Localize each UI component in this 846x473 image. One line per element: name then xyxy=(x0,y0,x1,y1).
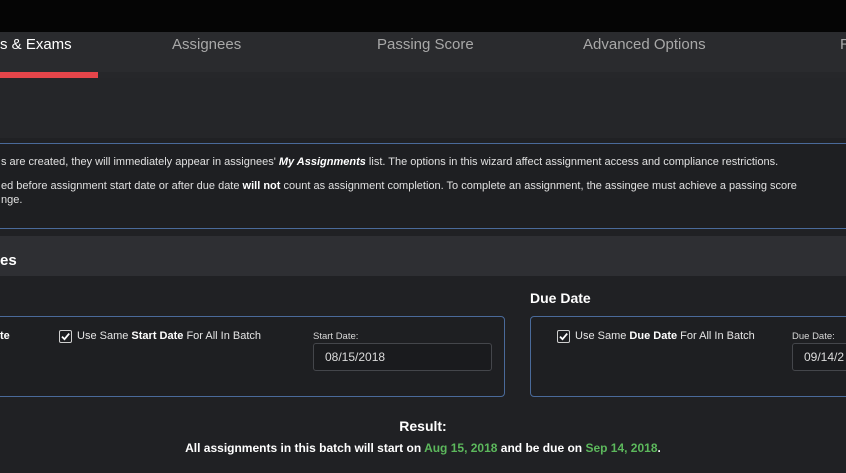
same-start-date-label: Use Same Start Date For All In Batch xyxy=(77,330,262,342)
same-start-date-checkbox[interactable] xyxy=(59,330,72,343)
tab-assignees[interactable]: Assignees xyxy=(172,36,241,53)
same-due-date-checkbox[interactable] xyxy=(557,330,570,343)
info-line-1: s are created, they will immediately app… xyxy=(1,156,779,168)
result-due-date: Sep 14, 2018 xyxy=(585,441,658,455)
start-date-partial-label: te xyxy=(0,330,10,342)
checkmark-icon xyxy=(559,333,568,341)
tab-courses-exams[interactable]: s & Exams xyxy=(0,36,72,53)
result-start-date: Aug 15, 2018 xyxy=(424,441,498,455)
start-date-input[interactable]: 08/15/2018 xyxy=(313,343,492,371)
same-due-date-label: Use Same Due Date For All In Batch xyxy=(575,330,755,342)
due-date-field-label: Due Date: xyxy=(792,331,835,342)
info-line-2: ed before assignment start date or after… xyxy=(1,180,797,192)
start-date-card: Use Same Start Date For All In Batch Sta… xyxy=(0,316,505,397)
wizard-tabs: s & Exams Assignees Passing Score Advanc… xyxy=(0,32,846,72)
section-title: es xyxy=(0,252,17,269)
tab-passing-score[interactable]: Passing Score xyxy=(377,36,474,53)
top-bar xyxy=(0,0,846,32)
info-box: s are created, they will immediately app… xyxy=(0,143,846,229)
result-summary: All assignments in this batch will start… xyxy=(185,441,661,455)
info-line-3: nge. xyxy=(1,194,23,206)
due-date-input[interactable]: 09/14/2 xyxy=(792,343,846,371)
result-heading: Result: xyxy=(399,418,447,434)
checkmark-icon xyxy=(61,333,70,341)
start-date-field-label: Start Date: xyxy=(313,331,359,342)
due-date-card: Use Same Due Date For All In Batch Due D… xyxy=(530,316,846,397)
tab-advanced-options[interactable]: Advanced Options xyxy=(583,36,706,53)
section-header xyxy=(0,236,846,276)
header-band xyxy=(0,78,846,138)
due-date-heading: Due Date xyxy=(530,290,591,306)
tab-review[interactable]: R xyxy=(840,36,846,53)
